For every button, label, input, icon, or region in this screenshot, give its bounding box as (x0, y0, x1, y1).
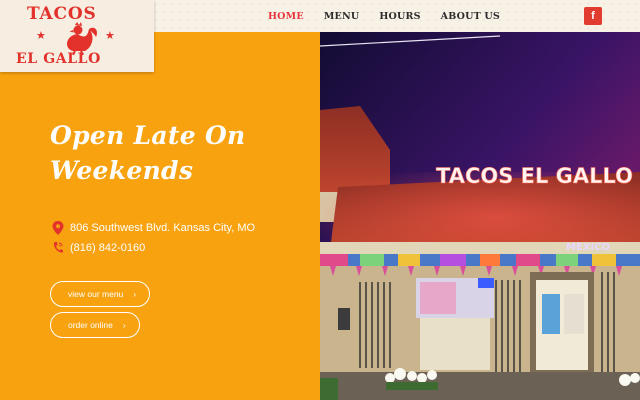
star-icon: ★ (36, 30, 46, 42)
star-icon: ★ (105, 30, 115, 42)
nav-menu[interactable]: MENU (324, 11, 360, 22)
nav-about-us[interactable]: ABOUT US (441, 11, 500, 22)
photo-banner-text: MEXICO (566, 242, 610, 253)
facebook-icon[interactable]: f (584, 7, 602, 25)
phone-row: (816) 842-0160 (52, 241, 145, 255)
nav-home[interactable]: HOME (268, 11, 304, 22)
address-text[interactable]: 806 Southwest Blvd. Kansas City, MO (70, 222, 255, 234)
photo-sign-text: TACOS EL GALLO (436, 164, 633, 188)
view-menu-label: view our menu (68, 289, 124, 299)
hero-left-panel (0, 32, 320, 400)
chevron-right-icon: › (122, 320, 126, 330)
main-nav: HOME MENU HOURS ABOUT US (268, 0, 500, 32)
rooster-icon (67, 22, 98, 55)
order-online-label: order online (68, 320, 113, 330)
restaurant-photo: TACOS EL GALLO MEXICO (320, 32, 640, 400)
map-pin-icon (52, 221, 64, 235)
nav-hours[interactable]: HOURS (379, 11, 420, 22)
order-online-button[interactable]: order online › (50, 312, 140, 338)
hero-photo: TACOS EL GALLO MEXICO (320, 32, 640, 400)
view-menu-button[interactable]: view our menu › (50, 281, 150, 307)
hero-headline: Open Late On Weekends (50, 121, 246, 185)
chevron-right-icon: › (133, 289, 137, 299)
phone-text[interactable]: (816) 842-0160 (70, 242, 145, 254)
logo-text-bottom: EL GALLO (16, 51, 101, 67)
logo[interactable]: TACOS ★ ★ EL GALLO (0, 0, 154, 72)
phone-icon (53, 242, 63, 253)
address-row: 806 Southwest Blvd. Kansas City, MO (52, 221, 255, 235)
